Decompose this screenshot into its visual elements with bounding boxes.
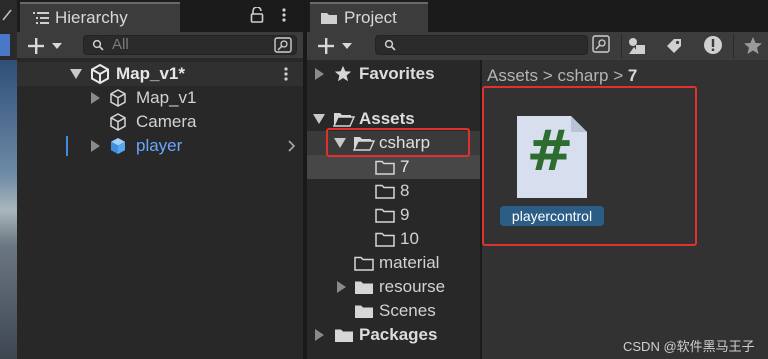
folder-icon	[355, 305, 373, 318]
star-icon	[334, 65, 352, 82]
folder-icon	[375, 184, 395, 199]
prefab-icon	[111, 138, 125, 154]
tab-hierarchy[interactable]: Hierarchy	[20, 2, 180, 32]
expand-arrow-icon[interactable]	[315, 329, 324, 341]
tree-item-material[interactable]: material	[307, 251, 480, 275]
tab-options-icon	[2, 9, 12, 21]
hierarchy-item-map[interactable]: Map_v1	[17, 86, 303, 110]
tree-item-label: resourse	[379, 277, 446, 296]
expand-arrow-icon[interactable]	[70, 69, 82, 79]
hierarchy-tab-bar: Hierarchy	[17, 0, 303, 32]
warning-icon[interactable]	[703, 35, 723, 55]
hierarchy-list-icon	[33, 12, 49, 24]
folder-icon	[375, 208, 395, 223]
selection-marker	[66, 136, 68, 156]
lock-icon[interactable]	[250, 7, 264, 23]
hierarchy-item-camera[interactable]: Camera	[17, 110, 303, 134]
watermark: CSDN @软件黑马王子	[623, 339, 755, 354]
tab-project-label: Project	[344, 8, 397, 27]
folder-icon	[355, 281, 373, 294]
filter-by-label-icon[interactable]	[665, 37, 683, 55]
open-folder-icon	[333, 113, 355, 127]
scene-name: Map_v1*	[116, 64, 185, 83]
scene-tool-button[interactable]	[0, 34, 10, 56]
toolbar-divider	[621, 34, 622, 58]
search-by-scene-icon[interactable]	[592, 35, 610, 53]
search-icon	[384, 39, 396, 51]
tree-item-label: Scenes	[379, 301, 436, 320]
hierarchy-item-label: Camera	[136, 112, 197, 131]
expand-arrow-icon[interactable]	[91, 92, 100, 104]
breadcrumb-separator: >	[613, 66, 624, 85]
tree-item-folder-7[interactable]: 7	[307, 155, 480, 179]
add-icon[interactable]	[317, 37, 335, 55]
star-icon[interactable]	[743, 36, 763, 56]
project-tab-bar: Project	[307, 0, 768, 32]
tree-item-folder-8[interactable]: 8	[307, 179, 480, 203]
tree-item-label: Packages	[359, 325, 438, 344]
tab-project[interactable]: Project	[310, 2, 428, 32]
hierarchy-search-input[interactable]: All	[83, 35, 297, 55]
highlight-csharp-folder	[326, 128, 470, 157]
folder-icon	[321, 13, 337, 24]
gameobject-icon	[110, 89, 126, 107]
tree-item-folder-9[interactable]: 9	[307, 203, 480, 227]
highlight-script-asset	[482, 86, 697, 246]
expand-arrow-icon[interactable]	[91, 140, 100, 152]
chevron-down-icon[interactable]	[342, 43, 352, 49]
expand-arrow-icon[interactable]	[315, 68, 324, 80]
tree-item-label: material	[379, 253, 440, 272]
tree-item-resourse[interactable]: resourse	[307, 275, 480, 299]
project-search-input[interactable]	[375, 35, 610, 55]
breadcrumb-csharp[interactable]: csharp	[557, 66, 608, 85]
tree-item-label: 9	[400, 205, 410, 224]
tree-item-label: 10	[400, 229, 419, 248]
filter-by-type-icon[interactable]	[627, 36, 647, 56]
scene-search-icon[interactable]	[274, 37, 292, 53]
tree-item-favorites[interactable]: Favorites	[307, 62, 480, 86]
project-folder-tree: Favorites Assets csharp 7 8 9 10 materia…	[307, 60, 480, 359]
search-placeholder: All	[112, 36, 129, 53]
scene-preview	[0, 60, 17, 359]
hierarchy-item-label: player	[136, 136, 183, 155]
folder-icon	[375, 232, 395, 247]
add-icon[interactable]	[27, 37, 45, 55]
unity-scene-icon	[91, 64, 109, 84]
scene-menu-icon[interactable]	[283, 66, 289, 82]
breadcrumb-separator: >	[542, 66, 553, 85]
gameobject-icon	[110, 113, 126, 131]
chevron-down-icon[interactable]	[52, 43, 62, 49]
expand-arrow-icon[interactable]	[313, 114, 325, 124]
scene-row[interactable]: Map_v1*	[17, 62, 303, 86]
folder-icon	[375, 160, 395, 175]
folder-icon	[354, 256, 374, 271]
hierarchy-item-player[interactable]: player	[17, 134, 303, 158]
tab-hierarchy-label: Hierarchy	[55, 8, 128, 27]
more-options-icon[interactable]	[281, 7, 287, 23]
scene-view-strip	[0, 0, 17, 359]
expand-arrow-icon[interactable]	[337, 281, 346, 293]
toolbar-divider	[733, 34, 734, 58]
breadcrumb-current: 7	[627, 66, 638, 85]
breadcrumb: Assets > csharp > 7	[487, 64, 637, 88]
folder-icon	[335, 329, 353, 342]
chevron-right-icon[interactable]	[288, 140, 296, 152]
search-icon	[92, 39, 104, 51]
hierarchy-panel: Hierarchy All Map_v1* Map_v1 Camera play…	[17, 0, 303, 359]
breadcrumb-assets[interactable]: Assets	[487, 66, 538, 85]
tree-item-scenes[interactable]: Scenes	[307, 299, 480, 323]
tree-item-packages[interactable]: Packages	[307, 323, 480, 347]
tree-item-folder-10[interactable]: 10	[307, 227, 480, 251]
tree-item-label: 7	[400, 157, 410, 176]
tree-item-label: Favorites	[359, 64, 435, 83]
tree-item-label: 8	[400, 181, 410, 200]
hierarchy-item-label: Map_v1	[136, 88, 197, 107]
